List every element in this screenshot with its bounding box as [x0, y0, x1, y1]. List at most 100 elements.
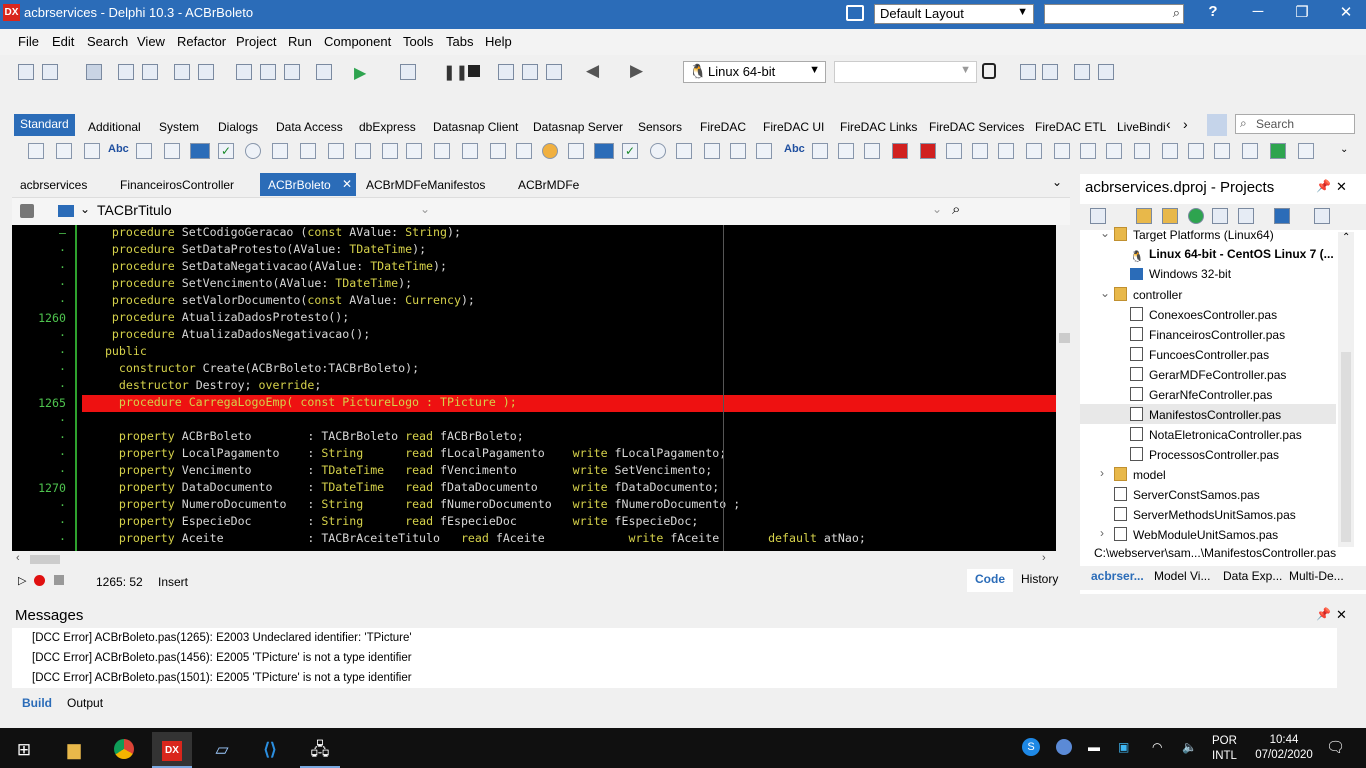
tray-device-icon[interactable]: ▬ — [1088, 740, 1100, 754]
code-line[interactable]: procedure SetDataProtesto(AValue: TDateT… — [82, 242, 1056, 259]
clock[interactable]: 10:44 07/02/2020 — [1254, 733, 1314, 763]
component-icon[interactable] — [1214, 143, 1230, 159]
component-icon[interactable] — [1162, 143, 1178, 159]
new-icon[interactable] — [18, 64, 34, 80]
collapse-icon[interactable]: ⌄ — [1100, 286, 1110, 300]
code-line[interactable]: procedure AtualizaDadosNegativacao(); — [82, 327, 1056, 344]
message-row[interactable]: [DCC Error] ACBrBoleto.pas(1456): E2005 … — [12, 648, 1337, 668]
toggle-form-icon[interactable] — [284, 64, 300, 80]
scroll-right-icon[interactable]: › — [1042, 552, 1046, 564]
component-icon[interactable] — [568, 143, 584, 159]
component-icon[interactable] — [462, 143, 478, 159]
vscode-icon[interactable]: ⟨⟩ — [250, 732, 290, 768]
new-form-icon[interactable] — [316, 64, 332, 80]
menu-tabs[interactable]: Tabs — [446, 34, 473, 49]
palette-tab-sensors[interactable]: Sensors — [638, 120, 682, 134]
close-tab-icon[interactable]: ✕ — [342, 177, 352, 191]
palette-tab-dialogs[interactable]: Dialogs — [218, 120, 258, 134]
component-icon[interactable] — [328, 143, 344, 159]
skype-icon[interactable]: S — [1022, 738, 1040, 756]
layout-select[interactable]: Default Layout ▼ — [874, 4, 1034, 24]
close-panel-icon[interactable]: ✕ — [1336, 179, 1347, 195]
project-tree-item[interactable]: ⌄ Target Platforms (Linux64) — [1080, 224, 1336, 244]
chevron-down-icon[interactable]: ⌄ — [80, 202, 90, 216]
menu-run[interactable]: Run — [288, 34, 312, 49]
pin-icon[interactable]: 📌 — [1316, 607, 1331, 621]
code-line[interactable]: property LocalPagamento : String read fL… — [82, 446, 1056, 463]
project-tree-item[interactable]: ConexoesController.pas — [1080, 304, 1336, 324]
globe-component-icon[interactable] — [542, 143, 558, 159]
expand-icon[interactable]: › — [1100, 466, 1104, 480]
component-icon[interactable] — [1270, 143, 1286, 159]
palette-tab-system[interactable]: System — [159, 120, 199, 134]
code-line[interactable]: property Vencimento : TDateTime read fVe… — [82, 463, 1056, 480]
remove-file-icon[interactable] — [198, 64, 214, 80]
notifications-icon[interactable]: 🗨 — [1326, 738, 1345, 756]
editor-tab-acbrservices[interactable]: acbrservices — [20, 178, 87, 192]
trace-into-icon[interactable] — [522, 64, 538, 80]
menu-tools[interactable]: Tools — [403, 34, 433, 49]
code-line[interactable]: procedure setValorDocumento(const AValue… — [82, 293, 1056, 310]
sync-project-icon[interactable] — [1090, 208, 1106, 224]
project-tree-item[interactable]: › WebModuleUnitSamos.pas — [1080, 524, 1336, 544]
save-all-icon[interactable] — [118, 64, 134, 80]
project-tree-item[interactable]: ⌄ controller — [1080, 284, 1336, 304]
chevron-down-icon[interactable]: ⌄ — [1052, 175, 1062, 189]
layout-icon[interactable] — [846, 5, 864, 21]
project-tree-item[interactable]: ProcessosController.pas — [1080, 444, 1336, 464]
wifi-icon[interactable]: ◠ — [1152, 740, 1162, 754]
component-icon[interactable] — [272, 143, 288, 159]
message-row[interactable]: [DCC Error] ACBrBoleto.pas(1501): E2005 … — [12, 668, 1337, 688]
sort-icon[interactable] — [1274, 208, 1290, 224]
build-icon[interactable] — [1212, 208, 1228, 224]
component-icon[interactable] — [300, 143, 316, 159]
new-folder-icon[interactable] — [1136, 208, 1152, 224]
palette-scroll-right-icon[interactable]: › — [1183, 116, 1188, 132]
editor-tab-financeiroscontroller[interactable]: FinanceirosController — [120, 178, 234, 192]
tree-scrollbar[interactable]: ⌃ — [1338, 232, 1354, 547]
code-line[interactable]: procedure SetVencimento(AValue: TDateTim… — [82, 276, 1056, 293]
palette-tab-firedac-ui[interactable]: FireDAC UI — [763, 120, 824, 134]
component-icon[interactable] — [56, 143, 72, 159]
menu-refactor[interactable]: Refactor — [177, 34, 226, 49]
chrome-icon[interactable] — [104, 732, 144, 768]
palette-tab-firedac[interactable]: FireDAC — [700, 120, 746, 134]
component-icon[interactable] — [864, 143, 880, 159]
project-tree-item[interactable]: FinanceirosController.pas — [1080, 324, 1336, 344]
step-over-icon[interactable] — [498, 64, 514, 80]
ide-search-input[interactable]: ⌕ — [1044, 4, 1184, 24]
component-icon[interactable] — [382, 143, 398, 159]
component-icon[interactable] — [164, 143, 180, 159]
component-icon[interactable] — [490, 143, 506, 159]
editor-horizontal-scrollbar[interactable]: ‹ › — [12, 551, 1056, 567]
pin-icon[interactable]: 📌 — [1316, 179, 1331, 193]
close-button[interactable]: ✕ — [1331, 3, 1361, 21]
play-macro-icon[interactable]: ▷ — [18, 574, 26, 587]
component-icon[interactable] — [406, 143, 422, 159]
component-icon[interactable] — [136, 143, 152, 159]
code-tab[interactable]: Code — [967, 569, 1013, 592]
component-icon[interactable] — [1242, 143, 1258, 159]
stop-icon[interactable] — [468, 65, 480, 77]
editor-tab-acbrboleto[interactable]: ACBrBoleto ✕ — [260, 173, 356, 196]
configuration-select[interactable]: ▼ — [834, 61, 977, 83]
project-tree-item[interactable]: ManifestosController.pas — [1080, 404, 1336, 424]
device-selector-icon[interactable] — [982, 63, 996, 79]
component-icon[interactable] — [516, 143, 532, 159]
component-icon[interactable] — [704, 143, 720, 159]
code-line[interactable]: procedure AtualizaDadosProtesto(); — [82, 310, 1056, 327]
palette-search-input[interactable]: ⌕ Search — [1235, 114, 1355, 134]
project-tree-item[interactable]: Windows 32-bit — [1080, 264, 1336, 284]
code-line[interactable]: public — [82, 344, 1056, 361]
menu-search[interactable]: Search — [87, 34, 128, 49]
component-icon[interactable] — [972, 143, 988, 159]
code-line[interactable] — [82, 412, 1056, 429]
code-line[interactable]: property DataDocumento : TDateTime read … — [82, 480, 1056, 497]
deploy-icon[interactable] — [1020, 64, 1036, 80]
project-tree-item[interactable]: › model — [1080, 464, 1336, 484]
run-icon[interactable]: ▶ — [354, 63, 366, 83]
sync-icon[interactable] — [1074, 64, 1090, 80]
method-selector[interactable] — [438, 201, 963, 222]
code-line[interactable]: destructor Destroy; override; — [82, 378, 1056, 395]
code-line[interactable]: property ACBrBoleto : TACBrBoleto read f… — [82, 429, 1056, 446]
